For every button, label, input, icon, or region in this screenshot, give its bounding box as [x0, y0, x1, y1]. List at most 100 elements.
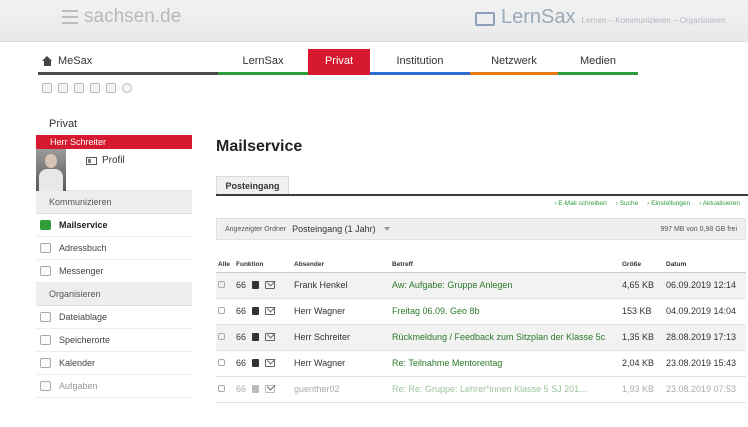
envelope-icon: [265, 281, 276, 289]
action-compose[interactable]: › E-Mail schreiben: [554, 200, 606, 212]
sidebar-item-kalender[interactable]: Kalender: [36, 352, 192, 375]
row-date: 23.08.2019 07:53: [664, 376, 746, 403]
row-date: 06.09.2019 12:14: [664, 272, 746, 299]
tasks-icon: [40, 381, 51, 391]
addressbook-icon: [40, 243, 51, 253]
share-icon[interactable]: [90, 83, 100, 93]
row-checkbox[interactable]: [218, 333, 225, 340]
row-checkbox[interactable]: [218, 307, 225, 314]
folder-select[interactable]: Posteingang (1 Jahr): [292, 224, 390, 234]
avatar[interactable]: [36, 149, 66, 191]
sidebar-section-organisieren: Organisieren: [36, 283, 192, 306]
col-date[interactable]: Datum: [664, 258, 746, 273]
sidebar-item-label: Kalender: [59, 358, 96, 368]
lernsax-brand: LernSax: [501, 6, 576, 28]
row-checkbox[interactable]: [218, 359, 225, 366]
sidebar-item-label: Speicherorte: [59, 335, 111, 345]
sidebar-item-label: Adressbuch: [59, 243, 107, 253]
sidebar-item-label: Dateiablage: [59, 312, 108, 322]
sidebar-item-dateiablage[interactable]: Dateiablage: [36, 306, 192, 329]
profile-link[interactable]: Profil: [86, 155, 125, 166]
row-date: 28.08.2019 17:13: [664, 324, 746, 351]
mail-icon: [40, 220, 51, 230]
lernsax-logo[interactable]: LernSax Lernen – Kommunizieren – Organis…: [475, 6, 726, 29]
tab-posteingang[interactable]: Posteingang: [216, 176, 289, 194]
nav-tab-institution[interactable]: Institution: [370, 49, 470, 75]
trash-icon[interactable]: [252, 333, 260, 341]
read-icon[interactable]: 66: [236, 358, 246, 368]
row-size: 153 KB: [620, 298, 664, 325]
storage-icon: [40, 335, 51, 345]
storage-quota: 997 MB von 0,98 GB frei: [660, 225, 737, 233]
table-row[interactable]: 66 Herr Wagner Freitag 06.09. Geo 8b 153…: [216, 298, 746, 325]
trash-icon[interactable]: [252, 281, 260, 289]
row-subject[interactable]: Rückmeldung / Feedback zum Sitzplan der …: [390, 324, 620, 351]
sidebar-section-kommunizieren: Kommunizieren: [36, 191, 192, 214]
table-row[interactable]: 66 Herr Schreiter Rückmeldung / Feedback…: [216, 324, 746, 351]
envelope-icon: [265, 385, 276, 393]
row-size: 1,35 KB: [620, 324, 664, 351]
nav-tab-privat[interactable]: Privat: [308, 49, 370, 75]
bookmark-icon[interactable]: [58, 83, 68, 93]
row-sender: Herr Wagner: [292, 298, 390, 325]
nav-tab-lernsax[interactable]: LernSax: [218, 49, 308, 75]
trash-icon[interactable]: [252, 385, 260, 393]
top-header: sachsen.de LernSax Lernen – Kommuniziere…: [0, 0, 748, 42]
sidebar-item-mailservice[interactable]: Mailservice: [36, 214, 192, 237]
sidebar-item-label: Aufgaben: [59, 381, 98, 391]
link-icon[interactable]: [42, 83, 52, 93]
trash-icon[interactable]: [252, 359, 260, 367]
sidebar-user[interactable]: Herr Schreiter: [36, 135, 192, 149]
table-row[interactable]: 66 guenther02 Re: Re: Gruppe: Lehrer*inn…: [216, 376, 746, 403]
help-icon[interactable]: [122, 83, 132, 93]
monitor-icon: [475, 12, 495, 26]
sidebar-item-messenger[interactable]: Messenger: [36, 260, 192, 283]
nav-mesax[interactable]: MeSax: [38, 49, 218, 75]
action-search[interactable]: › Suche: [616, 200, 638, 212]
sidebar-item-speicherorte[interactable]: Speicherorte: [36, 329, 192, 352]
sachsen-logo[interactable]: sachsen.de: [62, 6, 181, 28]
col-all[interactable]: Alle: [216, 258, 234, 273]
folder-icon: [40, 312, 51, 322]
row-subject[interactable]: Re: Teilnahme Mentorentag: [390, 350, 620, 377]
list-icon[interactable]: [74, 83, 84, 93]
col-size[interactable]: Größe: [620, 258, 664, 273]
row-subject[interactable]: Re: Re: Gruppe: Lehrer*innen Klasse 5 SJ…: [390, 376, 620, 403]
table-header-row: Alle Funktion Absender Betreff Größe Dat…: [216, 258, 746, 273]
page-toolbar: [42, 83, 132, 93]
row-size: 2,04 KB: [620, 350, 664, 377]
read-icon[interactable]: 66: [236, 280, 246, 290]
action-refresh[interactable]: › Aktualisieren: [699, 200, 740, 212]
table-row[interactable]: 66 Frank Henkel Aw: Aufgabe: Gruppe Anle…: [216, 272, 746, 299]
mail-actions: › E-Mail schreiben › Suche › Einstellung…: [216, 200, 740, 212]
main-navigation: MeSax LernSax Privat Institution Netzwer…: [38, 49, 748, 75]
col-sender[interactable]: Absender: [292, 258, 390, 273]
messenger-icon: [40, 266, 51, 276]
sachsen-logo-text: sachsen.de: [84, 6, 182, 27]
nav-tab-medien[interactable]: Medien: [558, 49, 638, 75]
row-date: 04.09.2019 14:04: [664, 298, 746, 325]
read-icon[interactable]: 66: [236, 306, 246, 316]
sidebar-item-adressbuch[interactable]: Adressbuch: [36, 237, 192, 260]
sidebar-item-label: Mailservice: [59, 220, 108, 230]
sidebar-item-aufgaben[interactable]: Aufgaben: [36, 375, 192, 398]
envelope-icon: [265, 359, 276, 367]
row-checkbox[interactable]: [218, 385, 225, 392]
nav-tab-netzwerk[interactable]: Netzwerk: [470, 49, 558, 75]
folder-label: Angezeigter Ordner: [225, 225, 287, 233]
nav-mesax-label: MeSax: [58, 54, 93, 67]
sidebar-title: Privat: [49, 118, 78, 130]
action-settings[interactable]: › Einstellungen: [647, 200, 690, 212]
print-icon[interactable]: [106, 83, 116, 93]
row-subject[interactable]: Aw: Aufgabe: Gruppe Anlegen: [390, 272, 620, 299]
read-icon[interactable]: 66: [236, 384, 246, 394]
table-row[interactable]: 66 Herr Wagner Re: Teilnahme Mentorentag…: [216, 350, 746, 377]
row-sender: Frank Henkel: [292, 272, 390, 299]
row-sender: Herr Wagner: [292, 350, 390, 377]
read-icon[interactable]: 66: [236, 332, 246, 342]
trash-icon[interactable]: [252, 307, 260, 315]
row-checkbox[interactable]: [218, 281, 225, 288]
row-date: 23.08.2019 15:43: [664, 350, 746, 377]
col-subject[interactable]: Betreff: [390, 258, 620, 273]
row-subject[interactable]: Freitag 06.09. Geo 8b: [390, 298, 620, 325]
